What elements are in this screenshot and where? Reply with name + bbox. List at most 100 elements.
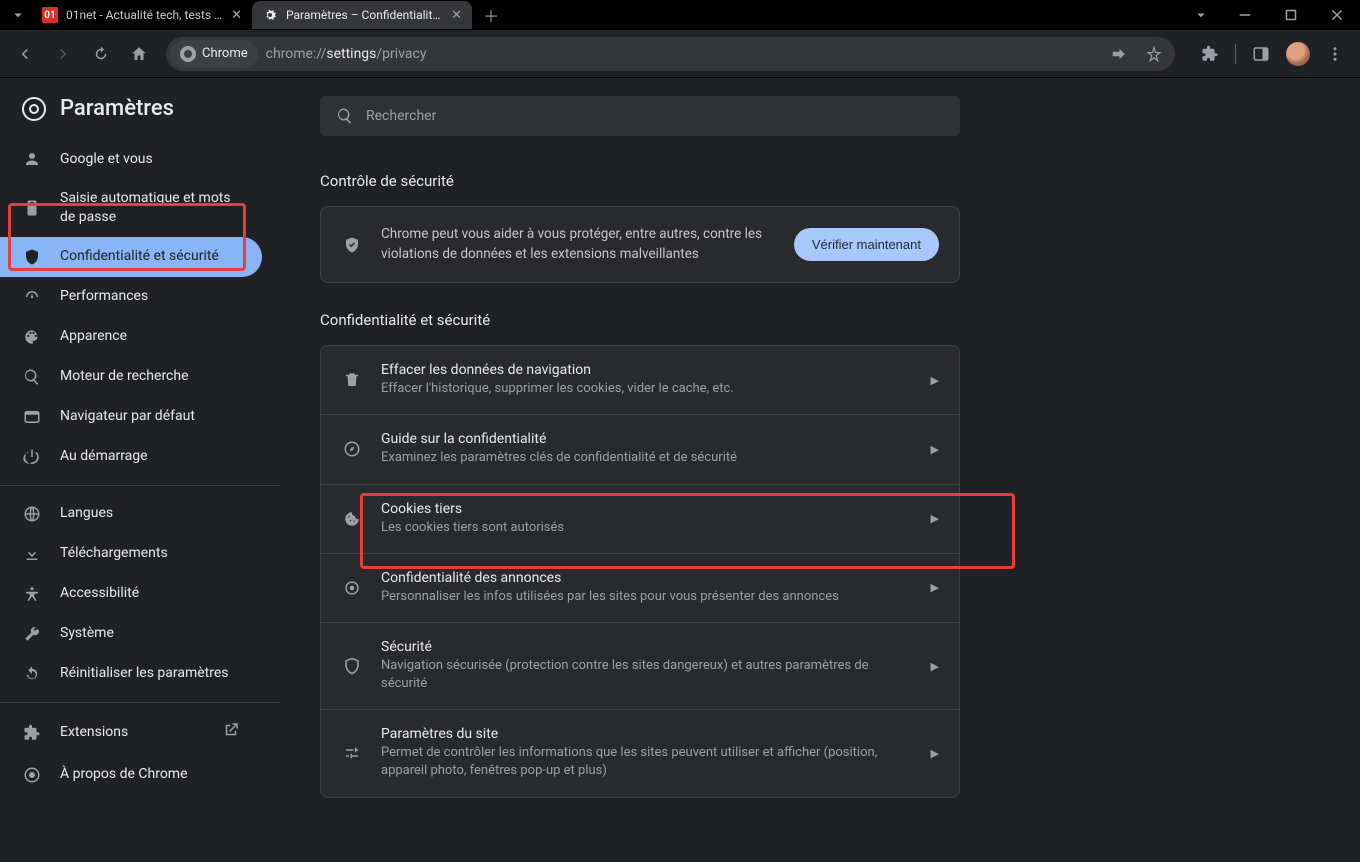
wrench-icon [22,624,42,644]
sidebar-item-label: Réinitialiser les paramètres [60,664,229,683]
settings-search[interactable]: Rechercher [320,96,960,136]
row-title: Cookies tiers [381,501,913,517]
row-title: Confidentialité des annonces [381,570,913,586]
chevron-right-icon: ▶ [931,660,939,673]
sidebar-item-languages[interactable]: Langues [0,494,262,534]
clipboard-icon [22,198,42,218]
sidebar-item-label: Téléchargements [60,544,168,563]
row-site-settings[interactable]: Paramètres du site Permet de contrôler le… [321,709,959,796]
search-icon [336,107,354,125]
trash-icon [341,371,363,389]
search-icon [22,367,42,387]
download-icon [22,544,42,564]
sidebar-item-autofill[interactable]: Saisie automatique et mots de passe [0,179,262,237]
tab-settings[interactable]: Paramètres – Confidentialité et s ✕ [252,1,472,29]
search-placeholder: Rechercher [366,108,436,124]
sidebar-item-search-engine[interactable]: Moteur de recherche [0,357,262,397]
sidebar-item-appearance[interactable]: Apparence [0,317,262,357]
maximize-button[interactable] [1268,0,1314,30]
sidebar-item-label: Confidentialité et sécurité [60,247,219,266]
chevron-right-icon: ▶ [931,374,939,387]
settings-sidebar: Paramètres Google et vous Saisie automat… [0,78,280,862]
shield-check-icon [341,236,363,254]
row-security[interactable]: SécuritéNavigation sécurisée (protection… [321,622,959,709]
page-title: Paramètres [60,96,174,121]
chevron-right-icon: ▶ [931,581,939,594]
sidebar-item-label: À propos de Chrome [60,765,188,784]
speedometer-icon [22,287,42,307]
row-title: Paramètres du site [381,726,913,742]
sidebar-item-label: Système [60,624,114,643]
main-panel: Rechercher Contrôle de sécurité Chrome p… [280,78,1360,862]
new-tab-button[interactable]: ＋ [478,2,504,28]
sidebar-header: Paramètres [0,96,280,139]
row-title: Effacer les données de navigation [381,362,913,378]
sidebar-item-label: Navigateur par défaut [60,407,195,426]
sidebar-item-downloads[interactable]: Téléchargements [0,534,262,574]
puzzle-icon [22,723,42,743]
reset-icon [22,664,42,684]
browser-toolbar: Chrome chrome://settings/privacy [0,30,1360,78]
sidebar-item-label: Au démarrage [60,447,148,466]
sidebar-item-label: Performances [60,287,148,306]
external-link-icon [222,721,240,745]
menu-icon[interactable] [1318,37,1352,71]
sidebar-item-reset[interactable]: Réinitialiser les paramètres [0,654,262,694]
sidebar-item-google[interactable]: Google et vous [0,139,262,179]
bookmark-icon[interactable] [1137,37,1171,71]
sidebar-item-system[interactable]: Système [0,614,262,654]
chrome-icon [22,765,42,785]
sidebar-item-label: Extensions [60,723,128,742]
sidebar-item-accessibility[interactable]: Accessibilité [0,574,262,614]
sidebar-item-extensions[interactable]: Extensions [0,711,262,755]
sidebar-item-label: Apparence [60,327,127,346]
browser-icon [22,407,42,427]
extensions-icon[interactable] [1193,37,1227,71]
row-subtitle: Permet de contrôler les informations que… [381,744,913,780]
sidebar-item-label: Langues [60,504,113,523]
accessibility-icon [22,584,42,604]
address-bar[interactable]: Chrome chrome://settings/privacy [166,37,1175,71]
chrome-icon [180,46,196,62]
privacy-settings-list: Effacer les données de navigationEffacer… [320,345,960,798]
row-clear-data[interactable]: Effacer les données de navigationEffacer… [321,346,959,414]
row-privacy-guide[interactable]: Guide sur la confidentialitéExaminez les… [321,414,959,483]
share-icon[interactable] [1101,37,1135,71]
sidepanel-icon[interactable] [1244,37,1278,71]
profile-avatar[interactable] [1286,42,1310,66]
chevron-right-icon: ▶ [931,747,939,760]
sidebar-item-performance[interactable]: Performances [0,277,262,317]
chrome-logo-icon [22,97,46,121]
gear-icon [262,7,278,23]
verify-now-button[interactable]: Vérifier maintenant [794,228,939,261]
close-window-button[interactable] [1314,0,1360,30]
row-ad-privacy[interactable]: Confidentialité des annonces Personnalise… [321,553,959,622]
ad-icon [341,579,363,597]
sidebar-item-startup[interactable]: Au démarrage [0,437,262,477]
sidebar-item-default-browser[interactable]: Navigateur par défaut [0,397,262,437]
close-icon[interactable]: ✕ [231,8,242,23]
tabs-dropdown[interactable] [4,4,32,26]
home-button[interactable] [122,37,156,71]
toolbar-right [1193,37,1352,71]
sidebar-item-label: Saisie automatique et mots de passe [60,189,240,227]
row-subtitle: Les cookies tiers sont autorisés [381,519,913,537]
sidebar-item-label: Accessibilité [60,584,139,603]
site-chip[interactable]: Chrome [170,40,258,68]
tab-01net[interactable]: 01 01net - Actualité tech, tests prod ✕ [32,1,252,29]
tab-search-icon[interactable] [1184,0,1218,30]
close-icon[interactable]: ✕ [451,8,462,23]
row-subtitle: Personnaliser les infos utilisées par le… [381,588,913,606]
person-icon [22,149,42,169]
compass-icon [341,440,363,458]
back-button[interactable] [8,37,42,71]
reload-button[interactable] [84,37,118,71]
forward-button[interactable] [46,37,80,71]
row-cookies[interactable]: Cookies tiers Les cookies tiers sont auto… [321,484,959,553]
minimize-button[interactable] [1222,0,1268,30]
browser-tabstrip: 01 01net - Actualité tech, tests prod ✕ … [0,0,1360,30]
sidebar-item-about[interactable]: À propos de Chrome [0,755,262,795]
row-title: Sécurité [381,639,913,655]
tab-title: 01net - Actualité tech, tests prod [66,8,223,22]
sidebar-item-privacy[interactable]: Confidentialité et sécurité [0,237,262,277]
